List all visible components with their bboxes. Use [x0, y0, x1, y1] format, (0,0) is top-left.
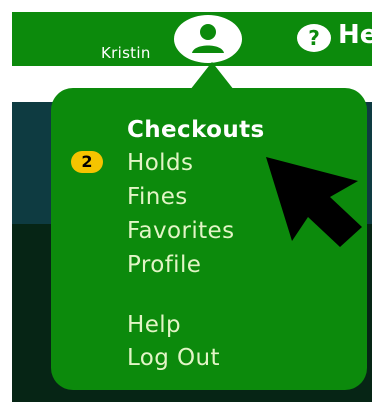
- user-name-label[interactable]: Kristin: [101, 44, 151, 62]
- menu-item-checkouts[interactable]: Checkouts: [127, 117, 265, 143]
- menu-item-holds[interactable]: Holds: [127, 150, 193, 176]
- svg-text:?: ?: [308, 26, 320, 50]
- menu-item-favorites[interactable]: Favorites: [127, 218, 235, 244]
- menu-item-profile[interactable]: Profile: [127, 252, 201, 278]
- user-circle-icon[interactable]: [174, 15, 242, 63]
- menu-caret: [190, 62, 234, 90]
- mouse-pointer-icon: [262, 153, 366, 253]
- help-nav-label[interactable]: He: [338, 20, 372, 50]
- question-circle-icon[interactable]: ?: [296, 23, 332, 53]
- menu-item-help[interactable]: Help: [127, 312, 181, 338]
- holds-count-badge: 2: [71, 151, 103, 173]
- app-window: Kristin ? He Checkouts 2 Holds Fines Fav…: [0, 0, 372, 402]
- menu-item-fines[interactable]: Fines: [127, 184, 188, 210]
- menu-item-log-out[interactable]: Log Out: [127, 345, 220, 371]
